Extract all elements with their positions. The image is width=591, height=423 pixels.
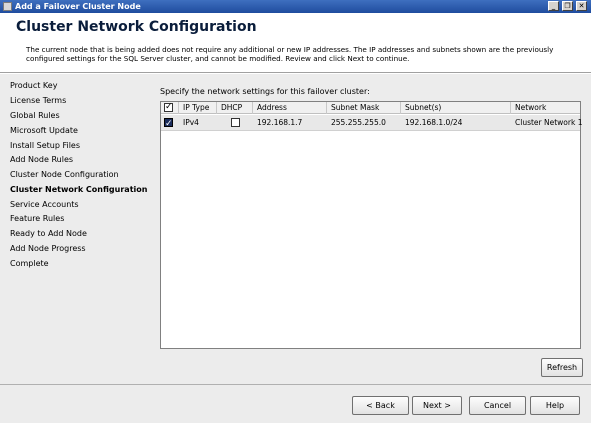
- app-icon: [3, 2, 12, 11]
- nav-item-add-node-rules[interactable]: Add Node Rules: [10, 155, 73, 165]
- nav-item-global-rules[interactable]: Global Rules: [10, 111, 60, 121]
- cell-network: Cluster Network 1: [515, 118, 582, 127]
- table-row[interactable]: IPv4 192.168.1.7 255.255.255.0 192.168.1…: [161, 115, 582, 131]
- row-select-checkbox[interactable]: [164, 116, 173, 131]
- nav-item-service-accounts[interactable]: Service Accounts: [10, 200, 79, 210]
- nav-item-install-setup-files[interactable]: Install Setup Files: [10, 141, 80, 151]
- close-button[interactable]: ✕: [576, 1, 587, 11]
- page-header: Cluster Network Configuration The curren…: [0, 13, 591, 73]
- dhcp-checkbox[interactable]: [231, 118, 240, 127]
- cell-subnets: 192.168.1.0/24: [405, 118, 463, 127]
- header-address[interactable]: Address: [253, 102, 327, 114]
- nav-item-complete[interactable]: Complete: [10, 259, 49, 269]
- grid-header-row: IP Type DHCP Address Subnet Mask Subnet(…: [161, 102, 580, 114]
- page-title: Cluster Network Configuration: [16, 19, 257, 35]
- network-settings-grid: IP Type DHCP Address Subnet Mask Subnet(…: [160, 101, 582, 349]
- header-dhcp[interactable]: DHCP: [217, 102, 253, 114]
- nav-item-add-node-progress[interactable]: Add Node Progress: [10, 244, 86, 254]
- header-subnet-mask[interactable]: Subnet Mask: [327, 102, 401, 114]
- title-bar: Add a Failover Cluster Node _ ❐ ✕: [0, 0, 591, 13]
- nav-item-product-key[interactable]: Product Key: [10, 81, 57, 91]
- header-select-all-cell: [161, 102, 179, 114]
- help-button[interactable]: Help: [530, 396, 580, 415]
- wizard-steps-nav: Product Key License Terms Global Rules M…: [0, 74, 150, 384]
- cell-ip-type: IPv4: [183, 118, 199, 127]
- cancel-button[interactable]: Cancel: [469, 396, 526, 415]
- cell-dhcp: [217, 115, 253, 131]
- nav-item-feature-rules[interactable]: Feature Rules: [10, 214, 64, 224]
- cell-subnet-mask: 255.255.255.0: [331, 118, 386, 127]
- refresh-button[interactable]: Refresh: [541, 358, 583, 377]
- next-button[interactable]: Next >: [412, 396, 462, 415]
- page-description: The current node that is being added doe…: [26, 45, 554, 63]
- network-settings-prompt: Specify the network settings for this fa…: [160, 87, 370, 96]
- nav-item-license-terms[interactable]: License Terms: [10, 96, 66, 106]
- nav-item-cluster-node-configuration[interactable]: Cluster Node Configuration: [10, 170, 119, 180]
- cell-address: 192.168.1.7: [257, 118, 303, 127]
- select-all-checkbox[interactable]: [164, 102, 173, 113]
- nav-item-ready-to-add-node[interactable]: Ready to Add Node: [10, 229, 87, 239]
- nav-item-microsoft-update[interactable]: Microsoft Update: [10, 126, 78, 136]
- header-ip-type[interactable]: IP Type: [179, 102, 217, 114]
- wizard-footer: < Back Next > Cancel Help: [0, 384, 591, 423]
- minimize-button[interactable]: _: [548, 1, 559, 11]
- main-panel: Specify the network settings for this fa…: [150, 74, 591, 384]
- header-network[interactable]: Network: [511, 102, 582, 114]
- row-select-cell: [161, 115, 179, 131]
- nav-item-cluster-network-configuration[interactable]: Cluster Network Configuration: [10, 185, 147, 195]
- maximize-button[interactable]: ❐: [562, 1, 573, 11]
- back-button[interactable]: < Back: [352, 396, 409, 415]
- window-title: Add a Failover Cluster Node: [15, 2, 141, 11]
- header-subnets[interactable]: Subnet(s): [401, 102, 511, 114]
